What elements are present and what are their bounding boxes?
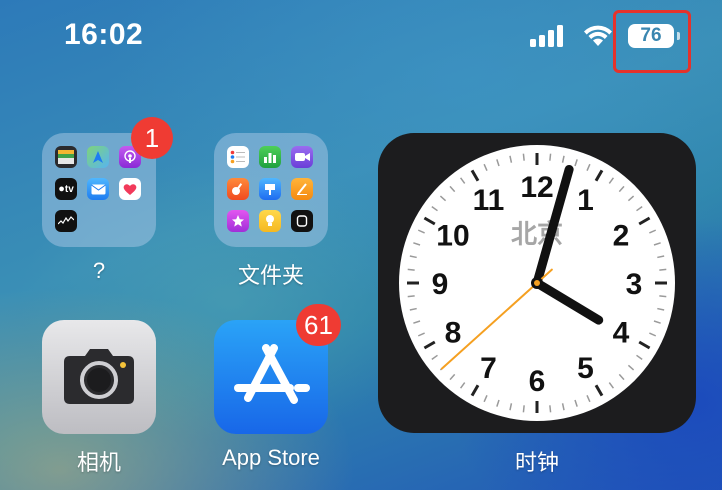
clock-tick bbox=[522, 405, 525, 413]
reminders-icon bbox=[227, 146, 249, 168]
clock-tick bbox=[659, 295, 667, 298]
clock-numeral: 11 bbox=[473, 184, 505, 217]
clock-numeral: 9 bbox=[432, 268, 449, 301]
clock-tick bbox=[549, 153, 552, 161]
clock-numeral: 12 bbox=[520, 171, 553, 204]
garageband-icon bbox=[227, 178, 249, 200]
wifi-icon bbox=[584, 25, 612, 46]
folder-documents[interactable] bbox=[214, 133, 328, 247]
cellular-signal-icon bbox=[530, 25, 564, 47]
clock-numeral: 5 bbox=[577, 352, 594, 385]
clock-numeral: 3 bbox=[626, 268, 643, 301]
facetime-icon bbox=[291, 146, 313, 168]
folder-unnamed-label: ? bbox=[92, 258, 106, 283]
camera-app-label: 相机 bbox=[76, 450, 121, 475]
battery-highlight-box bbox=[613, 10, 691, 73]
folder-notification-badge: 1 bbox=[131, 117, 173, 159]
health-icon bbox=[119, 178, 141, 200]
mail-icon bbox=[87, 178, 109, 200]
keynote-icon bbox=[259, 178, 281, 200]
clock-numeral: 2 bbox=[613, 220, 630, 253]
clock-numeral: 7 bbox=[480, 352, 497, 385]
tips-icon bbox=[259, 210, 281, 232]
clock-numeral: 8 bbox=[445, 317, 462, 350]
maps-icon bbox=[87, 146, 109, 168]
clock-widget-label: 时钟 bbox=[514, 450, 559, 475]
numbers-icon bbox=[259, 146, 281, 168]
camera-app[interactable] bbox=[42, 320, 156, 434]
watch-icon bbox=[291, 210, 313, 232]
clock-tick bbox=[407, 268, 415, 271]
status-time: 16:02 bbox=[64, 18, 144, 51]
clock-numeral: 6 bbox=[529, 365, 546, 398]
itunes-store-icon bbox=[227, 210, 249, 232]
clock-tick bbox=[549, 405, 552, 413]
wallet-icon bbox=[55, 146, 77, 168]
camera-icon bbox=[64, 349, 134, 404]
clock-numeral: 10 bbox=[436, 220, 469, 253]
folder-documents-label: 文件夹 bbox=[237, 263, 304, 288]
app-store-badge: 61 bbox=[296, 304, 341, 346]
clock-numeral: 4 bbox=[613, 317, 630, 350]
clock-widget[interactable]: 12 1 2 3 4 5 6 7 8 9 10 11 北京 bbox=[378, 133, 696, 433]
clock-tick bbox=[659, 268, 667, 271]
clock-numeral: 1 bbox=[577, 184, 594, 217]
stocks-icon bbox=[55, 210, 77, 232]
apple-tv-icon: ● tv bbox=[55, 178, 77, 200]
clock-tick bbox=[407, 295, 415, 298]
clock-tick bbox=[522, 153, 525, 161]
clock-second-pin bbox=[534, 280, 540, 286]
app-store-label: App Store bbox=[222, 445, 320, 470]
pages-icon bbox=[291, 178, 313, 200]
clock-face: 12 1234567891011 北京 bbox=[399, 145, 675, 421]
